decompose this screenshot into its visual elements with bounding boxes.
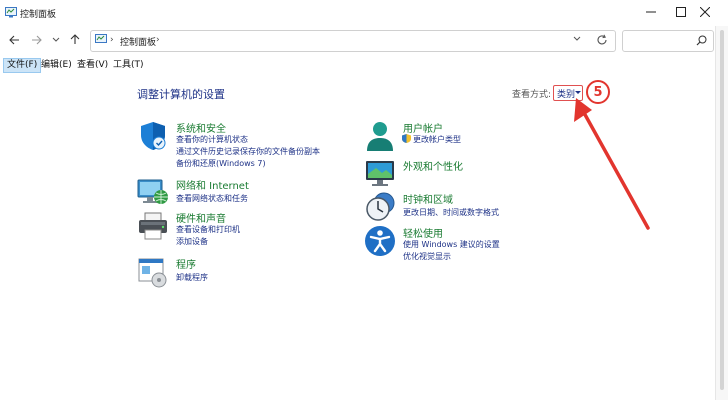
category-title[interactable]: 轻松使用 bbox=[403, 225, 443, 240]
menu-file[interactable]: 文件(F) bbox=[3, 58, 42, 73]
shield-icon bbox=[137, 120, 169, 152]
link-network-status[interactable]: 查看网络状态和任务 bbox=[176, 193, 248, 204]
clock-icon bbox=[364, 191, 396, 223]
recent-locations-button[interactable] bbox=[47, 32, 65, 50]
category-title[interactable]: 系统和安全 bbox=[176, 120, 226, 135]
link-optimize-visual-display[interactable]: 优化视觉显示 bbox=[403, 251, 451, 262]
link-change-account-type[interactable]: 更改帐户类型 bbox=[413, 134, 461, 145]
link-windows-recommended-settings[interactable]: 使用 Windows 建议的设置 bbox=[403, 239, 500, 250]
control-panel-icon bbox=[95, 34, 107, 48]
title-bar: 控制面板 bbox=[0, 0, 728, 26]
navigation-bar: › 控制面板 › bbox=[0, 26, 716, 56]
category-clock-region: 时钟和区域 更改日期、时间或数字格式 bbox=[364, 191, 584, 223]
category-title[interactable]: 外观和个性化 bbox=[403, 158, 463, 173]
menu-bar: 文件(F) 编辑(E) 查看(V) 工具(T) bbox=[0, 58, 716, 74]
link-change-date-time-format[interactable]: 更改日期、时间或数字格式 bbox=[403, 207, 499, 218]
breadcrumb-separator-trailing[interactable]: › bbox=[156, 35, 160, 45]
back-button[interactable] bbox=[5, 32, 23, 50]
category-title[interactable]: 网络和 Internet bbox=[176, 177, 249, 192]
search-icon bbox=[696, 35, 707, 49]
category-title[interactable]: 硬件和声音 bbox=[176, 210, 226, 225]
arrow-left-icon bbox=[8, 35, 20, 48]
uac-shield-icon bbox=[402, 134, 411, 146]
category-title[interactable]: 用户帐户 bbox=[403, 120, 443, 135]
window-title: 控制面板 bbox=[20, 10, 57, 20]
step-number-badge: 5 bbox=[586, 80, 610, 104]
breadcrumb-separator[interactable]: › bbox=[110, 35, 114, 45]
accessibility-icon bbox=[364, 225, 396, 257]
close-icon bbox=[699, 6, 711, 20]
menu-tools[interactable]: 工具(T) bbox=[110, 58, 147, 73]
category-title[interactable]: 程序 bbox=[176, 256, 196, 271]
up-button[interactable] bbox=[66, 32, 84, 50]
monitor-icon bbox=[364, 158, 396, 190]
category-network-internet: 网络和 Internet 查看网络状态和任务 bbox=[137, 177, 357, 207]
chevron-down-icon bbox=[52, 36, 60, 46]
category-programs: 程序 卸载程序 bbox=[137, 256, 357, 288]
link-file-history-backup[interactable]: 通过文件历史记录保存你的文件备份副本 bbox=[176, 146, 320, 157]
category-appearance: 外观和个性化 bbox=[364, 158, 584, 190]
link-devices-printers[interactable]: 查看设备和打印机 bbox=[176, 224, 240, 235]
programs-icon bbox=[137, 256, 169, 288]
breadcrumb-control-panel[interactable]: 控制面板 bbox=[120, 35, 156, 48]
view-by-dropdown[interactable]: 类别 bbox=[553, 85, 583, 101]
view-by-value: 类别 bbox=[557, 90, 576, 100]
printer-icon bbox=[137, 210, 169, 242]
category-hardware-sound: 硬件和声音 查看设备和打印机 添加设备 bbox=[137, 210, 357, 250]
arrow-right-icon bbox=[31, 35, 42, 48]
main-content: 调整计算机的设置 查看方式: 类别 5 系统和安全 查看你的计算机状态 通过文件… bbox=[0, 76, 716, 400]
network-icon bbox=[137, 177, 169, 209]
link-add-device[interactable]: 添加设备 bbox=[176, 236, 208, 247]
forward-button[interactable] bbox=[27, 32, 45, 50]
control-panel-icon bbox=[5, 7, 17, 21]
link-backup-restore[interactable]: 备份和还原(Windows 7) bbox=[176, 158, 266, 169]
address-dropdown-icon[interactable] bbox=[573, 35, 581, 45]
link-uninstall-program[interactable]: 卸载程序 bbox=[176, 272, 208, 283]
close-button[interactable] bbox=[682, 0, 728, 26]
category-title[interactable]: 时钟和区域 bbox=[403, 191, 453, 206]
user-icon bbox=[364, 120, 396, 152]
category-system-security: 系统和安全 查看你的计算机状态 通过文件历史记录保存你的文件备份副本 备份和还原… bbox=[137, 120, 357, 174]
view-by-label: 查看方式: bbox=[512, 90, 552, 100]
link-view-computer-status[interactable]: 查看你的计算机状态 bbox=[176, 134, 248, 145]
scrollbar-thumb[interactable] bbox=[720, 30, 724, 390]
search-input[interactable] bbox=[622, 30, 714, 52]
scrollbar[interactable] bbox=[715, 26, 728, 400]
caret-down-icon bbox=[575, 91, 581, 94]
address-bar[interactable]: › 控制面板 › bbox=[90, 30, 616, 52]
arrow-up-icon bbox=[70, 34, 80, 48]
category-user-accounts: 用户帐户 更改帐户类型 bbox=[364, 120, 584, 152]
refresh-icon[interactable] bbox=[596, 34, 608, 49]
page-title: 调整计算机的设置 bbox=[137, 88, 225, 101]
menu-view[interactable]: 查看(V) bbox=[74, 58, 111, 73]
minimize-icon bbox=[646, 7, 656, 20]
category-ease-of-access: 轻松使用 使用 Windows 建议的设置 优化视觉显示 bbox=[364, 225, 584, 265]
menu-edit[interactable]: 编辑(E) bbox=[38, 58, 75, 73]
